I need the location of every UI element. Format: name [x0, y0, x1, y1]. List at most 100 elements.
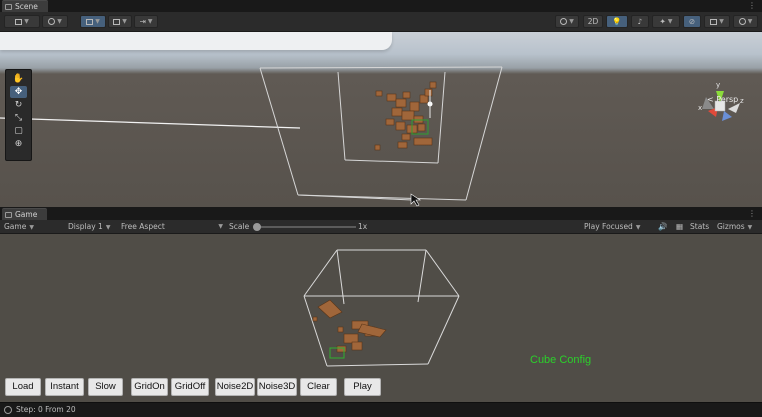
play-button[interactable]: Play: [344, 378, 381, 396]
game-tab-label: Game: [15, 210, 38, 219]
clear-button[interactable]: Clear: [300, 378, 337, 396]
lightbulb-icon: 💡: [612, 17, 622, 26]
scene-tab-icon: [5, 3, 12, 10]
chevron-down-icon: ▼: [747, 224, 753, 231]
chevron-down-icon: ▼: [105, 224, 111, 231]
chevron-down-icon: ▼: [635, 224, 641, 231]
aspect-select-label: Free Aspect: [121, 222, 165, 231]
aspect-select[interactable]: Free Aspect ▼: [121, 222, 223, 232]
noise2d-button[interactable]: Noise2D: [215, 378, 255, 396]
status-message[interactable]: Step: 0 From 20: [16, 405, 76, 415]
chevron-down-icon: ▼: [122, 18, 127, 25]
slow-button[interactable]: Slow: [88, 378, 123, 396]
status-bar: Step: 0 From 20: [0, 402, 762, 417]
chevron-down-icon: ▼: [24, 18, 29, 25]
lighting-toggle-button[interactable]: 💡: [606, 15, 628, 28]
chevron-down-icon: ▼: [95, 18, 100, 25]
load-button[interactable]: Load: [5, 378, 41, 396]
game-geometry: [303, 249, 460, 367]
tab-scene[interactable]: Scene: [2, 0, 48, 12]
scale-value: 1x: [358, 222, 368, 231]
snap-increment-button[interactable]: ▼: [108, 15, 132, 28]
orientation-gizmo-icon[interactable]: y x z: [694, 77, 750, 137]
scale-tool-icon[interactable]: ⤡: [10, 112, 27, 124]
stats-button[interactable]: Stats: [690, 222, 709, 232]
scene-toolbar: ▼ ▼ ▼ ▼ ⇥ ▼ ▼ 2D 💡 ♪ ✦ ▼ ⊘ ▼ ▼: [0, 12, 762, 32]
display-select-label: Display 1: [68, 222, 103, 231]
view-select[interactable]: Game ▼: [4, 222, 34, 233]
grid-on-button[interactable]: GridOn: [131, 378, 168, 396]
grid-snapping-button[interactable]: ▼: [80, 15, 106, 28]
overlays-icon: [48, 18, 56, 25]
sphere-icon: [560, 18, 568, 25]
mute-audio-icon[interactable]: 🔊: [658, 222, 667, 232]
more-tools-icon: ⇥: [139, 17, 146, 26]
speaker-icon: ♪: [637, 17, 643, 26]
camera-icon: [710, 18, 718, 25]
gizmo-x-label: x: [698, 104, 702, 112]
draw-mode-button[interactable]: ▼: [4, 15, 40, 28]
scale-slider-handle[interactable]: [253, 223, 261, 231]
grid-off-button[interactable]: GridOff: [171, 378, 209, 396]
chevron-down-icon: ▼: [29, 224, 34, 231]
scene-panel-menu-icon[interactable]: ⋮: [748, 1, 756, 11]
display-select[interactable]: Display 1 ▼: [68, 222, 110, 233]
game-cube-cluster: [312, 299, 387, 353]
view-select-label: Game: [4, 222, 27, 231]
play-mode-select[interactable]: Play Focused ▼: [584, 222, 640, 233]
chevron-down-icon: ▼: [57, 18, 62, 25]
snap-icon: [113, 18, 121, 25]
effects-button[interactable]: ✦ ▼: [652, 15, 680, 28]
chevron-down-icon: ▼: [667, 18, 673, 25]
chevron-down-icon: ▼: [719, 18, 724, 25]
chevron-down-icon: ▼: [569, 18, 574, 25]
game-toolbar: Game ▼ Display 1 ▼ Free Aspect ▼ Scale 1x P…: [0, 220, 762, 234]
bounds-wireframe: [259, 66, 503, 201]
instant-button[interactable]: Instant: [45, 378, 84, 396]
mouse-cursor-icon: [410, 193, 421, 207]
game-viewport[interactable]: Cube Config Load Instant Slow GridOn Gri…: [0, 234, 762, 402]
toggle-2d-label: 2D: [587, 17, 599, 26]
overlays-button[interactable]: ▼: [42, 15, 68, 28]
grid-icon: [86, 18, 94, 25]
hand-tool-icon[interactable]: ✋: [10, 73, 27, 85]
toggle-2d-button[interactable]: 2D: [583, 15, 603, 28]
scene-tab-label: Scene: [15, 2, 38, 11]
chevron-down-icon: ▼: [218, 223, 223, 230]
effects-icon: ✦: [659, 17, 666, 26]
gizmo-z-label: z: [740, 97, 744, 105]
gizmo-y-label: y: [716, 81, 720, 89]
audio-toggle-button[interactable]: ♪: [631, 15, 649, 28]
scene-viewport[interactable]: ✋ ✥ ↻ ⤡ ▢ ⊕ y x z < Persp: [0, 32, 762, 207]
scene-cube-cluster: [374, 81, 437, 151]
game-panel-menu-icon[interactable]: ⋮: [748, 209, 756, 219]
rotate-tool-icon[interactable]: ↻: [10, 99, 27, 111]
noise3d-button[interactable]: Noise3D: [257, 378, 297, 396]
transform-tool-icon[interactable]: ⊕: [10, 138, 27, 150]
chevron-down-icon: ▼: [747, 18, 753, 25]
shading-icon: [15, 18, 23, 25]
gizmos-scene-button[interactable]: ▼: [733, 15, 758, 28]
tool-palette: ✋ ✥ ↻ ⤡ ▢ ⊕: [5, 69, 32, 161]
rect-tool-icon[interactable]: ▢: [10, 125, 27, 137]
camera-projection-label[interactable]: < Persp: [707, 95, 738, 104]
scale-label: Scale: [229, 222, 250, 231]
scene-geometry: [0, 66, 503, 207]
scale-slider[interactable]: [256, 226, 356, 228]
play-mode-label: Play Focused: [584, 222, 633, 231]
cube-config-title: Cube Config: [530, 354, 592, 366]
camera-settings-button[interactable]: ▼: [704, 15, 730, 28]
globe-icon: [738, 18, 746, 25]
info-icon: [4, 406, 12, 414]
camera-mode-button[interactable]: ▼: [555, 15, 579, 28]
move-tool-icon[interactable]: ✥: [10, 86, 27, 98]
axis-line: [0, 117, 301, 129]
hidden-objects-button[interactable]: ⊘: [683, 15, 701, 28]
game-button-row: Load Instant Slow GridOn GridOff Noise2D…: [0, 378, 762, 398]
game-tab-icon: [5, 211, 12, 218]
gizmos-label: Gizmos: [717, 222, 745, 231]
tab-game[interactable]: Game: [2, 208, 48, 220]
chevron-down-icon: ▼: [147, 18, 153, 25]
gizmos-button[interactable]: Gizmos ▼: [717, 222, 752, 233]
toolbar-more-button[interactable]: ⇥ ▼: [134, 15, 158, 28]
